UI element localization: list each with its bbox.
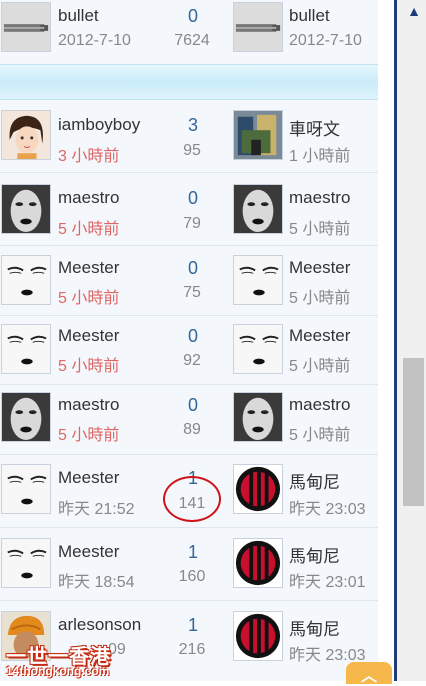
sketch-face-icon[interactable]: [1, 464, 51, 514]
last-poster-name[interactable]: Meester: [58, 468, 119, 488]
last-reply-time: 5 小時前: [289, 427, 351, 444]
last-reply-name[interactable]: 馬甸尼: [289, 615, 340, 640]
post-time: 5 小時前: [58, 358, 120, 375]
face-avatar-icon[interactable]: [1, 184, 51, 234]
post-time: 5 小時前: [58, 221, 120, 238]
last-reply-time: 2012-7-10: [289, 32, 362, 49]
photo-avatar-icon[interactable]: [233, 110, 283, 160]
watermark-url: 14thongkong.com: [6, 664, 110, 678]
face-avatar-icon[interactable]: [233, 184, 283, 234]
last-poster-name[interactable]: Meester: [58, 326, 119, 346]
last-reply-name[interactable]: Meester: [289, 258, 350, 278]
thread-list-panel: bullet 2012-7-10 0 7624 bullet 2012-7-10…: [0, 0, 378, 681]
last-poster-name[interactable]: arlesonson: [58, 615, 141, 635]
view-count: 7624: [174, 32, 210, 49]
reply-count: 1: [187, 615, 198, 635]
face-avatar-icon[interactable]: [1, 392, 51, 442]
last-reply-time: 1 小時前: [289, 148, 351, 165]
last-poster-name[interactable]: bullet: [58, 6, 99, 26]
reply-count: 0: [187, 188, 198, 208]
girl-avatar-icon[interactable]: [1, 110, 51, 160]
post-time: 5 小時前: [58, 427, 120, 444]
last-reply-name[interactable]: bullet: [289, 6, 330, 26]
thread-row[interactable]: maestro 5 小時前 0 79 maestro 5 小時前: [0, 173, 378, 246]
chevron-up-icon: ︿: [361, 668, 378, 685]
ac-milan-crest-icon[interactable]: [233, 611, 283, 661]
ac-milan-crest-icon[interactable]: [233, 538, 283, 588]
last-reply-name[interactable]: Meester: [289, 326, 350, 346]
thread-row[interactable]: iamboyboy 3 小時前 3 95 車呀文 1 小時前: [0, 100, 378, 173]
last-poster-name[interactable]: Meester: [58, 258, 119, 278]
face-avatar-icon[interactable]: [233, 392, 283, 442]
view-count: 89: [183, 421, 201, 438]
thread-row[interactable]: Meester 5 小時前 0 92 Meester 5 小時前: [0, 316, 378, 385]
reply-count: 0: [187, 258, 198, 278]
ac-milan-crest-icon[interactable]: [233, 464, 283, 514]
sketch-face-icon[interactable]: [233, 324, 283, 374]
vertical-scrollbar[interactable]: [394, 0, 426, 681]
view-count: 160: [178, 568, 206, 585]
last-poster-name[interactable]: Meester: [58, 542, 119, 562]
bullet-icon[interactable]: [1, 2, 51, 52]
panel-gutter: [380, 0, 390, 681]
last-reply-time: 昨天 23:03: [289, 501, 366, 518]
last-reply-name[interactable]: maestro: [289, 395, 350, 415]
last-reply-time: 5 小時前: [289, 358, 351, 375]
view-count: 95: [183, 142, 201, 159]
reply-count: 0: [187, 395, 198, 415]
last-poster-name[interactable]: maestro: [58, 395, 119, 415]
view-count: 75: [183, 284, 201, 301]
last-reply-name[interactable]: 馬甸尼: [289, 468, 340, 493]
reply-count: 1: [187, 542, 198, 562]
sketch-face-icon[interactable]: [1, 255, 51, 305]
view-count: 92: [183, 352, 201, 369]
last-poster-name[interactable]: maestro: [58, 188, 119, 208]
thread-row[interactable]: maestro 5 小時前 0 89 maestro 5 小時前: [0, 385, 378, 455]
sketch-face-icon[interactable]: [1, 324, 51, 374]
thread-row[interactable]: Meester 昨天 18:54 1 160 馬甸尼 昨天 23:01: [0, 528, 378, 601]
last-reply-time: 5 小時前: [289, 290, 351, 307]
last-reply-name[interactable]: 車呀文: [289, 115, 340, 140]
reply-count: 3: [187, 115, 198, 135]
last-poster-name[interactable]: iamboyboy: [58, 115, 140, 135]
bullet-icon[interactable]: [233, 2, 283, 52]
sketch-face-icon[interactable]: [1, 538, 51, 588]
last-reply-name[interactable]: maestro: [289, 188, 350, 208]
reply-count: 0: [187, 6, 198, 26]
view-count: 216: [178, 641, 206, 658]
post-time: 5 小時前: [58, 290, 120, 307]
last-reply-name[interactable]: 馬甸尼: [289, 542, 340, 567]
post-time: 昨天 21:52: [58, 501, 135, 518]
scroll-up-arrow-icon[interactable]: ▲: [404, 2, 424, 20]
reply-count: 0: [187, 326, 198, 346]
post-time: 3 小時前: [58, 148, 120, 165]
view-count: 79: [183, 215, 201, 232]
sketch-face-icon[interactable]: [233, 255, 283, 305]
post-time: 昨天 18:54: [58, 574, 135, 591]
thread-row[interactable]: bullet 2012-7-10 0 7624 bullet 2012-7-10: [0, 0, 378, 64]
post-time: 2012-7-10: [58, 32, 131, 49]
scrollbar-thumb[interactable]: [403, 358, 424, 506]
highlight-circle: [163, 476, 221, 522]
last-reply-time: 5 小時前: [289, 221, 351, 238]
section-divider: [0, 64, 378, 100]
thread-row[interactable]: Meester 5 小時前 0 75 Meester 5 小時前: [0, 246, 378, 316]
last-reply-time: 昨天 23:01: [289, 574, 366, 591]
